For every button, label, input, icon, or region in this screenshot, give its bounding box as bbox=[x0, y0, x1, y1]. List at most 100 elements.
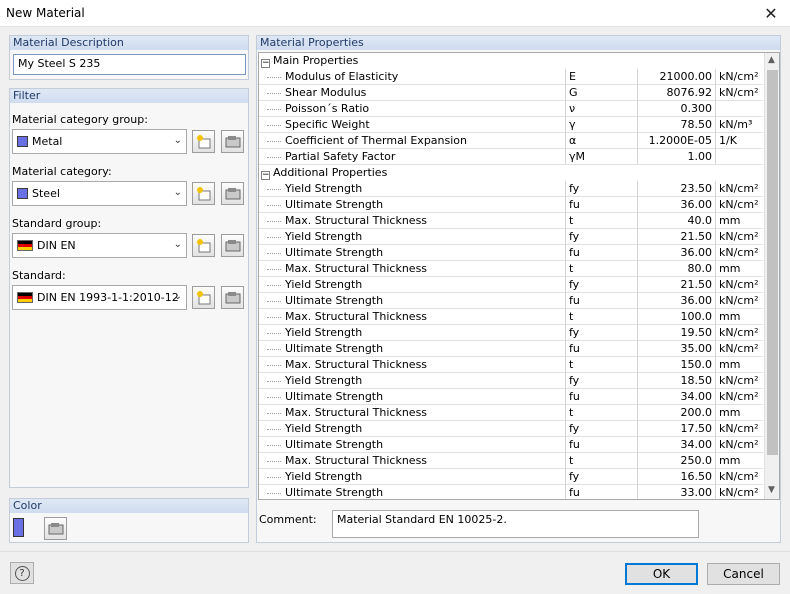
property-row[interactable]: Yield Strength fy 23.50 kN/cm² bbox=[259, 181, 763, 197]
property-row[interactable]: Yield Strength fy 21.50 kN/cm² bbox=[259, 229, 763, 245]
property-value[interactable]: 21.50 bbox=[638, 277, 716, 293]
property-value[interactable]: 40.0 bbox=[638, 213, 716, 229]
property-value[interactable]: 17.50 bbox=[638, 421, 716, 437]
property-value[interactable]: 0.300 bbox=[638, 101, 716, 117]
edit-standard-group-button[interactable] bbox=[221, 234, 244, 257]
new-standard-group-button[interactable] bbox=[192, 234, 215, 257]
property-value[interactable]: 16.50 bbox=[638, 469, 716, 485]
collapse-icon[interactable]: − bbox=[261, 171, 270, 180]
property-symbol: fy bbox=[566, 469, 638, 485]
collapse-icon[interactable]: − bbox=[261, 59, 270, 68]
property-row[interactable]: Yield Strength fy 18.50 kN/cm² bbox=[259, 373, 763, 389]
library-icon bbox=[225, 239, 240, 251]
property-value[interactable]: 19.50 bbox=[638, 325, 716, 341]
scrollbar[interactable]: ▲ ▼ bbox=[764, 53, 779, 499]
property-row[interactable]: Yield Strength fy 21.50 kN/cm² bbox=[259, 277, 763, 293]
help-button[interactable]: ? bbox=[10, 562, 34, 584]
property-name: Ultimate Strength bbox=[259, 293, 566, 309]
property-value[interactable]: 34.00 bbox=[638, 389, 716, 405]
property-row[interactable]: Ultimate Strength fu 36.00 kN/cm² bbox=[259, 197, 763, 213]
property-value[interactable]: 150.0 bbox=[638, 357, 716, 373]
standard-select[interactable]: DIN EN 1993-1-1:2010-12 ⌄ bbox=[12, 285, 187, 310]
property-row[interactable]: Yield Strength fy 19.50 kN/cm² bbox=[259, 325, 763, 341]
scroll-down-icon[interactable]: ▼ bbox=[768, 485, 775, 495]
property-value[interactable]: 18.50 bbox=[638, 373, 716, 389]
property-value[interactable]: 200.0 bbox=[638, 405, 716, 421]
edit-standard-button[interactable] bbox=[221, 286, 244, 309]
property-row[interactable]: Specific Weight γ 78.50 kN/m³ bbox=[259, 117, 763, 133]
property-value[interactable]: 8076.92 bbox=[638, 85, 716, 101]
category-group-value: Metal bbox=[32, 135, 63, 148]
property-row[interactable]: Max. Structural Thickness t 80.0 mm bbox=[259, 261, 763, 277]
property-unit: kN/cm² bbox=[716, 85, 763, 101]
window-title: New Material bbox=[6, 6, 85, 20]
property-row[interactable]: Ultimate Strength fu 34.00 kN/cm² bbox=[259, 389, 763, 405]
property-row[interactable]: Max. Structural Thickness t 100.0 mm bbox=[259, 309, 763, 325]
property-row[interactable]: Ultimate Strength fu 34.00 kN/cm² bbox=[259, 437, 763, 453]
close-icon[interactable]: ✕ bbox=[752, 0, 790, 27]
property-row[interactable]: Poisson´s Ratio ν 0.300 bbox=[259, 101, 763, 117]
property-row[interactable]: Modulus of Elasticity E 21000.00 kN/cm² bbox=[259, 69, 763, 85]
new-category-button[interactable] bbox=[192, 182, 215, 205]
property-row[interactable]: Shear Modulus G 8076.92 kN/cm² bbox=[259, 85, 763, 101]
property-row[interactable]: Coefficient of Thermal Expansion α 1.2000E… bbox=[259, 133, 763, 149]
property-row[interactable]: Max. Structural Thickness t 200.0 mm bbox=[259, 405, 763, 421]
cancel-button[interactable]: Cancel bbox=[707, 563, 780, 585]
property-value[interactable]: 36.00 bbox=[638, 245, 716, 261]
edit-category-group-button[interactable] bbox=[221, 130, 244, 153]
property-value[interactable]: 78.50 bbox=[638, 117, 716, 133]
property-unit: kN/cm² bbox=[716, 389, 763, 405]
property-row[interactable]: Ultimate Strength fu 36.00 kN/cm² bbox=[259, 293, 763, 309]
property-row[interactable]: Ultimate Strength fu 35.00 kN/cm² bbox=[259, 341, 763, 357]
new-standard-button[interactable] bbox=[192, 286, 215, 309]
standard-value: DIN EN 1993-1-1:2010-12 bbox=[37, 291, 179, 304]
comment-input[interactable]: Material Standard EN 10025-2. bbox=[332, 510, 699, 538]
property-value[interactable]: 35.00 bbox=[638, 341, 716, 357]
property-symbol: α bbox=[566, 133, 638, 149]
property-name: Specific Weight bbox=[259, 117, 566, 133]
new-item-icon bbox=[196, 186, 210, 200]
property-unit: kN/cm² bbox=[716, 325, 763, 341]
property-row[interactable]: Ultimate Strength fu 33.00 kN/cm² bbox=[259, 485, 763, 499]
property-value[interactable]: 21.50 bbox=[638, 229, 716, 245]
property-name: Yield Strength bbox=[259, 325, 566, 341]
library-icon bbox=[48, 522, 63, 534]
property-value[interactable]: 36.00 bbox=[638, 293, 716, 309]
color-picker-button[interactable] bbox=[44, 517, 67, 540]
property-row[interactable]: Max. Structural Thickness t 40.0 mm bbox=[259, 213, 763, 229]
property-row[interactable]: Ultimate Strength fu 36.00 kN/cm² bbox=[259, 245, 763, 261]
property-value[interactable]: 34.00 bbox=[638, 437, 716, 453]
ok-button[interactable]: OK bbox=[625, 563, 698, 585]
property-row[interactable]: Max. Structural Thickness t 150.0 mm bbox=[259, 357, 763, 373]
property-value[interactable]: 23.50 bbox=[638, 181, 716, 197]
property-row[interactable]: Yield Strength fy 17.50 kN/cm² bbox=[259, 421, 763, 437]
property-unit: mm bbox=[716, 405, 763, 421]
property-value[interactable]: 33.00 bbox=[638, 485, 716, 499]
germany-flag-icon bbox=[17, 240, 33, 251]
scroll-up-icon[interactable]: ▲ bbox=[768, 55, 775, 65]
additional-properties-category[interactable]: − Additional Properties bbox=[259, 165, 763, 181]
property-value[interactable]: 1.00 bbox=[638, 149, 716, 165]
property-value[interactable]: 250.0 bbox=[638, 453, 716, 469]
property-value[interactable]: 80.0 bbox=[638, 261, 716, 277]
property-value[interactable]: 100.0 bbox=[638, 309, 716, 325]
property-name: Yield Strength bbox=[259, 181, 566, 197]
property-row[interactable]: Max. Structural Thickness t 250.0 mm bbox=[259, 453, 763, 469]
description-input[interactable]: My Steel S 235 bbox=[13, 54, 246, 75]
property-value[interactable]: 36.00 bbox=[638, 197, 716, 213]
property-name: Shear Modulus bbox=[259, 85, 566, 101]
main-properties-category[interactable]: − Main Properties bbox=[259, 53, 763, 69]
new-category-group-button[interactable] bbox=[192, 130, 215, 153]
category-group-select[interactable]: Metal ⌄ bbox=[12, 129, 187, 154]
property-row[interactable]: Yield Strength fy 16.50 kN/cm² bbox=[259, 469, 763, 485]
property-row[interactable]: Partial Safety Factor γM 1.00 bbox=[259, 149, 763, 165]
property-symbol: t bbox=[566, 405, 638, 421]
color-swatch[interactable] bbox=[13, 518, 24, 537]
edit-category-button[interactable] bbox=[221, 182, 244, 205]
property-value[interactable]: 1.2000E-05 bbox=[638, 133, 716, 149]
scroll-thumb[interactable] bbox=[767, 70, 778, 455]
category-select[interactable]: Steel ⌄ bbox=[12, 181, 187, 206]
standard-group-select[interactable]: DIN EN ⌄ bbox=[12, 233, 187, 258]
property-value[interactable]: 21000.00 bbox=[638, 69, 716, 85]
property-symbol: t bbox=[566, 453, 638, 469]
